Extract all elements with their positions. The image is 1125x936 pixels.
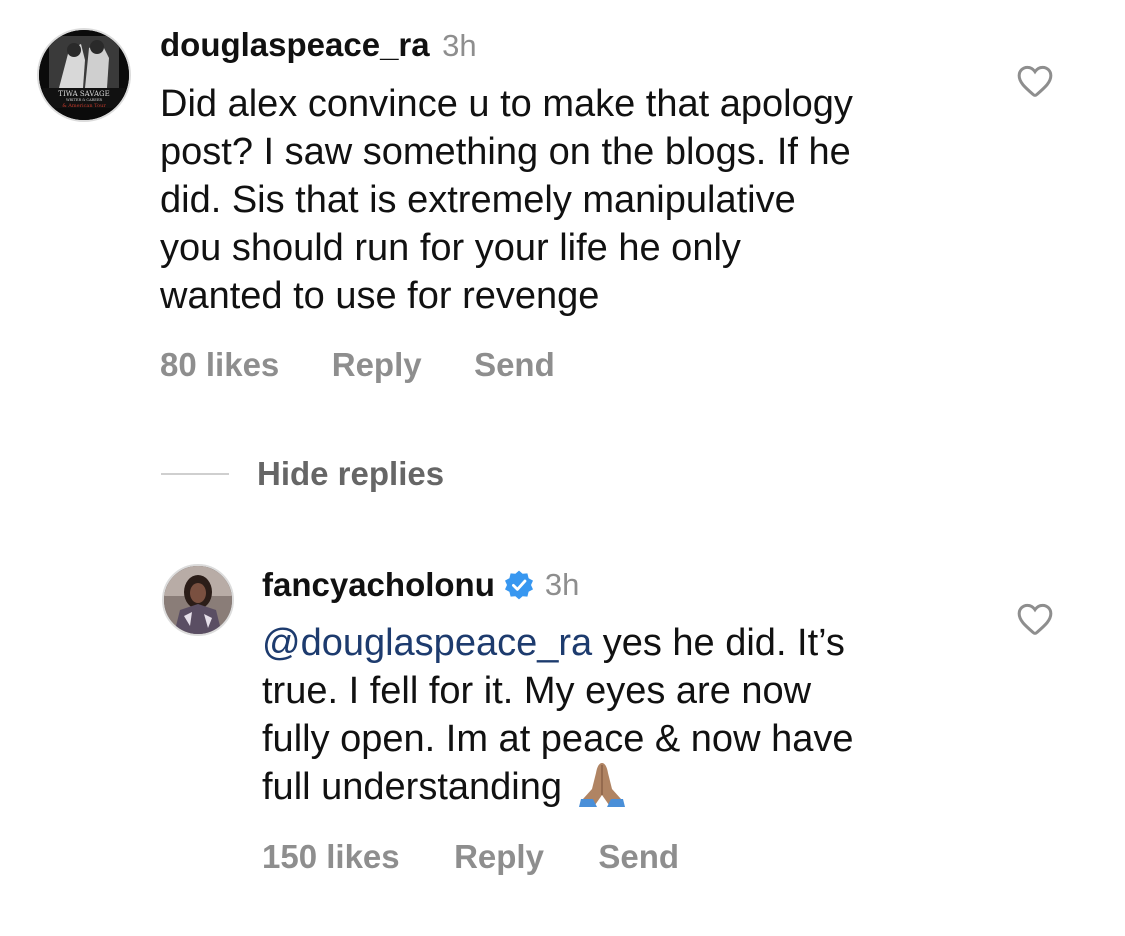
timestamp: 3h [442,28,477,63]
reply-line: full understanding 🙏🏽 [262,763,1022,811]
mention-link[interactable]: @douglaspeace_ra [262,622,592,664]
reply-line-text: full understanding [262,766,573,808]
avatar[interactable] [162,564,234,636]
avatar-text-2: WRITER & CAREER [66,98,102,102]
hide-replies-label: Hide replies [257,455,445,492]
reply-button[interactable]: Reply [454,838,544,875]
praying-hands-emoji: 🙏🏽 [573,763,631,811]
comment-line: you should run for your life he only [160,227,741,269]
reply-line-text: yes he did. It’s [592,622,845,664]
reply-line: true. I fell for it. My eyes are now [262,670,812,712]
reply-line: @douglaspeace_ra yes he did. It’s [262,619,1022,667]
hide-replies-button[interactable]: Hide replies [257,455,444,493]
avatar-image [164,566,232,634]
reply-text: @douglaspeace_ra yes he did. It’s true. … [262,619,1022,811]
comment-actions: 80 likes Reply Send [160,346,555,384]
avatar[interactable]: TIWA SAVAGE WRITER & CAREER & American T… [37,28,131,122]
avatar-text-3: & American Tour [62,103,106,109]
heart-icon[interactable] [1015,61,1055,101]
avatar-text-1: TIWA SAVAGE [58,90,109,98]
comment-line: Did alex convince u to make that apology [160,83,853,125]
comment-line: did. Sis that is extremely manipulative [160,179,796,221]
reply-button[interactable]: Reply [332,346,422,383]
likes-count[interactable]: 80 likes [160,346,279,383]
username[interactable]: fancyacholonu [262,566,495,604]
verified-badge-icon [504,570,533,600]
reply-line: fully open. Im at peace & now have [262,718,854,760]
avatar-image: TIWA SAVAGE WRITER & CAREER & American T… [39,30,129,120]
reply-header: fancyacholonu 3h [262,566,579,604]
heart-icon[interactable] [1015,599,1055,639]
comment-line: wanted to use for revenge [160,275,600,317]
send-button[interactable]: Send [598,838,679,875]
reply-actions: 150 likes Reply Send [262,838,679,876]
likes-count[interactable]: 150 likes [262,838,400,875]
comment-line: post? I saw something on the blogs. If h… [160,131,851,173]
timestamp: 3h [544,567,580,602]
username[interactable]: douglaspeace_ra [160,26,430,63]
hide-replies-divider [161,473,229,475]
comment-text: Did alex convince u to make that apology… [160,80,980,320]
comment-header: douglaspeace_ra 3h [160,26,477,64]
send-button[interactable]: Send [474,346,555,383]
